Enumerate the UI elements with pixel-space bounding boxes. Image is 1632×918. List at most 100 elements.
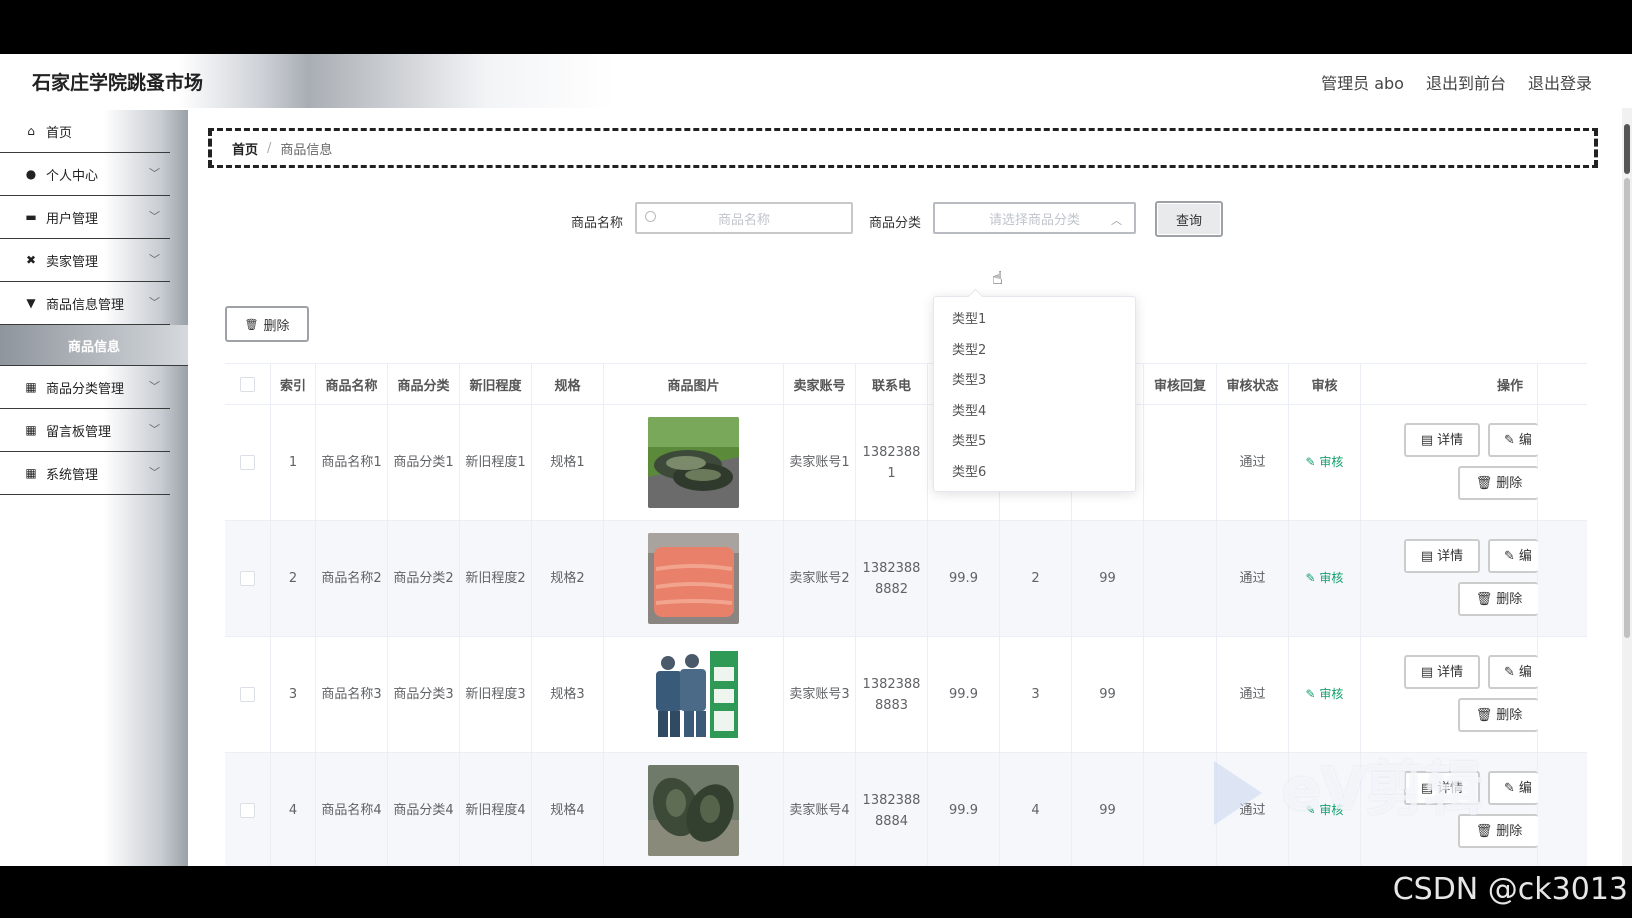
dropdown-option[interactable]: 类型1	[934, 305, 1135, 336]
condition-cell: 新旧程度1	[460, 405, 532, 520]
sidebar-item-user-management[interactable]: ▬ 用户管理 ﹀	[0, 196, 170, 239]
edit-button[interactable]: ✎ 编	[1488, 423, 1538, 457]
scrollbar-track-thumb[interactable]	[1624, 178, 1630, 638]
ev-watermark-text: eV剪辑	[1281, 755, 1482, 823]
scrollbar-thumb[interactable]	[1624, 124, 1630, 174]
status-cell: 通过	[1217, 637, 1289, 752]
name-cell: 商品名称4	[316, 753, 388, 866]
detail-button[interactable]: ▤ 详情	[1404, 423, 1480, 457]
detail-button[interactable]: ▤ 详情	[1404, 655, 1480, 689]
product-image-boots[interactable]	[648, 765, 739, 856]
admin-user-label: 管理员 abo	[1321, 74, 1404, 93]
delete-button[interactable]: 🗑 删除	[1458, 466, 1538, 500]
product-name-placeholder: 商品名称	[717, 212, 770, 228]
phone-cell: 13823888882	[856, 521, 928, 636]
audit-link[interactable]: ✎ 审核	[1306, 568, 1344, 589]
product-name-input[interactable]: 商品名称	[635, 202, 853, 234]
batch-delete-button[interactable]: 🗑 删除	[225, 306, 309, 342]
product-image-quilt[interactable]	[648, 533, 739, 624]
sidebar-item-home[interactable]: ⌂ 首页	[0, 110, 170, 153]
row-select-cell	[225, 753, 271, 866]
phone-cell: 13823881	[856, 405, 928, 520]
row-checkbox[interactable]	[240, 571, 255, 586]
search-icon	[645, 211, 656, 222]
sidebar-item-seller-management[interactable]: ✖ 卖家管理 ﹀	[0, 239, 170, 282]
edit-icon: ✎	[1504, 432, 1515, 448]
sidebar-item-label: 卖家管理	[46, 254, 99, 270]
spec-cell: 规格3	[532, 637, 604, 752]
dropdown-option[interactable]: 类型4	[934, 397, 1135, 428]
breadcrumb-home[interactable]: 首页	[232, 139, 258, 158]
edit-icon: ✎	[1305, 687, 1320, 701]
audit-link[interactable]: ✎ 审核	[1306, 452, 1344, 473]
edit-icon: ✎	[1305, 571, 1320, 585]
index-cell: 2	[271, 521, 316, 636]
header: 石家庄学院跳蚤市场 管理员 abo 退出到前台 退出登录	[0, 54, 1622, 108]
column-header: 联系电	[856, 364, 928, 404]
spec-cell: 规格4	[532, 753, 604, 866]
image-cell	[604, 521, 784, 636]
dropdown-option[interactable]: 类型3	[934, 366, 1135, 397]
page-scrollbar[interactable]	[1622, 108, 1632, 866]
sidebar-item-label: 个人中心	[46, 168, 99, 184]
edit-button[interactable]: ✎ 编	[1488, 771, 1538, 805]
dropdown-option[interactable]: 类型6	[934, 458, 1135, 489]
spec-cell: 规格1	[532, 405, 604, 520]
play-logo-icon	[1213, 760, 1262, 825]
query-button[interactable]: 查询	[1155, 201, 1223, 237]
sidebar-item-label: 系统管理	[46, 467, 99, 483]
flag-icon: ▼	[26, 296, 36, 310]
row-checkbox[interactable]	[240, 803, 255, 818]
sidebar-item-personal-center[interactable]: ● 个人中心 ﹀	[0, 153, 170, 196]
back-to-front-link[interactable]: 退出到前台	[1426, 70, 1506, 94]
grid-icon: ▦	[25, 423, 37, 437]
column-header: 审核状态	[1217, 364, 1289, 404]
column-header: 新旧程度	[460, 364, 532, 404]
product-image-shoes[interactable]	[648, 417, 739, 508]
edit-button[interactable]: ✎ 编	[1488, 655, 1538, 689]
sidebar-item-message-board[interactable]: ▦ 留言板管理 ﹀	[0, 409, 170, 452]
table-row: 3 商品名称3 商品分类3 新旧程度3 规格3 卖家账号3 1382388888…	[225, 637, 1587, 753]
seller-cell: 卖家账号2	[784, 521, 856, 636]
row-checkbox[interactable]	[240, 687, 255, 702]
dropdown-option[interactable]: 类型2	[934, 336, 1135, 367]
stock-cell: 99	[1072, 521, 1144, 636]
operations-cell: ▤ 详情 ✎ 编 🗑 删除	[1361, 521, 1538, 636]
edit-label: 编	[1518, 548, 1532, 564]
sidebar-item-category-management[interactable]: ▦ 商品分类管理 ﹀	[0, 366, 170, 409]
category-dropdown: 类型1 类型2 类型3 类型4 类型5 类型6	[933, 288, 1136, 492]
document-icon: ▤	[1420, 664, 1434, 680]
sidebar-item-product-info-management[interactable]: ▼ 商品信息管理 ﹀	[0, 282, 170, 325]
product-category-select[interactable]: 请选择商品分类 ︿	[933, 202, 1136, 234]
header-actions: 管理员 abo 退出到前台 退出登录	[1321, 70, 1592, 94]
breadcrumb-current: 商品信息	[280, 142, 333, 158]
sidebar-item-system-management[interactable]: ▦ 系统管理 ﹀	[0, 452, 170, 495]
count-cell: 4	[1000, 753, 1072, 866]
index-cell: 3	[271, 637, 316, 752]
row-select-cell	[225, 637, 271, 752]
spec-cell: 规格2	[532, 521, 604, 636]
select-all-cell	[225, 364, 271, 404]
edit-button[interactable]: ✎ 编	[1488, 539, 1538, 573]
seller-cell: 卖家账号4	[784, 753, 856, 866]
image-cell	[604, 637, 784, 752]
delete-button[interactable]: 🗑 删除	[1458, 582, 1538, 616]
sidebar-item-label: 商品信息管理	[46, 297, 125, 313]
reply-cell	[1144, 753, 1217, 866]
select-all-checkbox[interactable]	[240, 376, 255, 392]
row-checkbox[interactable]	[240, 455, 255, 470]
dropdown-option[interactable]: 类型5	[934, 427, 1135, 458]
delete-label: 删除	[1496, 823, 1523, 839]
product-category-placeholder: 请选择商品分类	[988, 212, 1080, 228]
delete-button[interactable]: 🗑 删除	[1458, 698, 1538, 732]
mouse-cursor-icon: ☝	[992, 268, 1003, 289]
seller-cell: 卖家账号3	[784, 637, 856, 752]
audit-link[interactable]: ✎ 审核	[1306, 684, 1344, 705]
edit-label: 编	[1518, 780, 1532, 796]
detail-button[interactable]: ▤ 详情	[1404, 539, 1480, 573]
product-image-uniform[interactable]	[648, 649, 739, 740]
audit-cell: ✎ 审核	[1289, 405, 1361, 520]
logout-link[interactable]: 退出登录	[1528, 70, 1592, 94]
sidebar-item-label: 用户管理	[46, 211, 99, 227]
sidebar-subitem-product-info[interactable]: 商品信息	[0, 325, 188, 366]
